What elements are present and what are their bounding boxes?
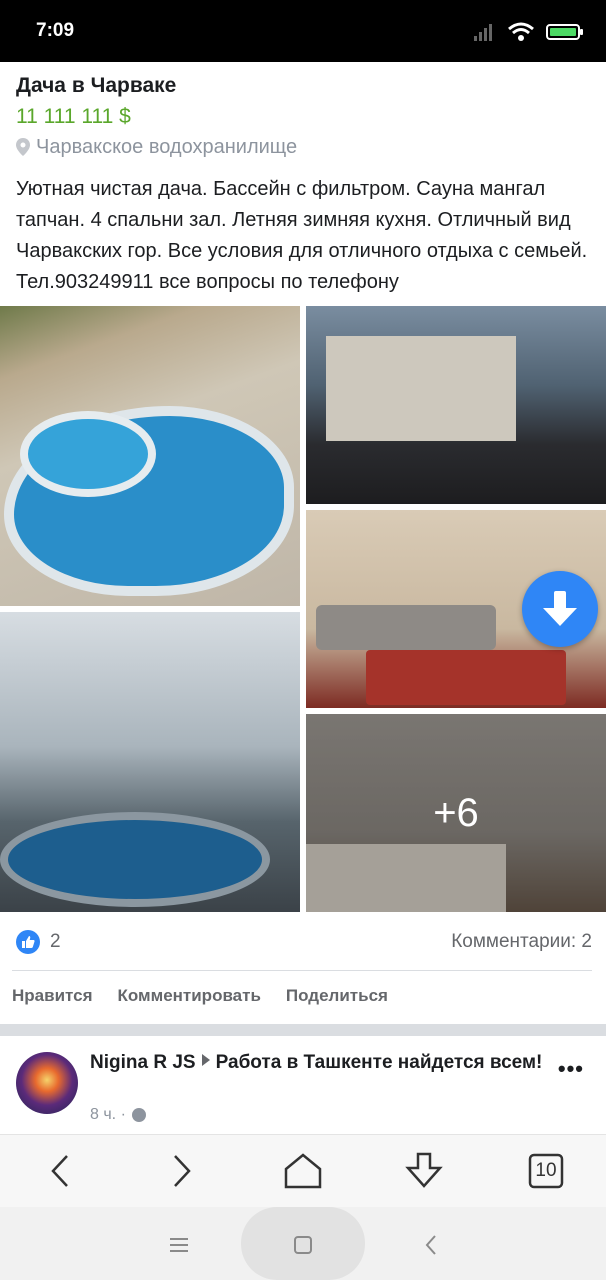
like-reaction-icon xyxy=(16,930,40,954)
square-icon xyxy=(294,1236,312,1254)
post-time: 8 ч. · xyxy=(90,1106,126,1123)
likes-summary[interactable]: 2 xyxy=(16,930,61,954)
divider xyxy=(12,970,592,971)
tabs-button[interactable]: 10 xyxy=(524,1149,568,1193)
home-icon xyxy=(284,1153,322,1189)
pool-shape-small xyxy=(20,411,156,497)
rug-shape xyxy=(366,650,566,705)
tabs-count: 10 xyxy=(535,1160,557,1181)
more-photos-count: +6 xyxy=(433,790,479,835)
post-location[interactable]: Чарвакское водохранилище xyxy=(16,132,590,162)
avatar[interactable] xyxy=(16,1052,78,1114)
wifi-icon xyxy=(508,22,534,41)
system-back-button[interactable] xyxy=(413,1227,449,1263)
sofa-shape xyxy=(316,605,496,650)
arrow-right-icon xyxy=(201,1054,210,1066)
more-photos-overlay[interactable]: +6 xyxy=(306,714,606,912)
like-button[interactable]: Нравится xyxy=(12,986,93,1006)
photo-house-night[interactable] xyxy=(306,306,606,504)
post-meta: 8 ч. · xyxy=(90,1106,146,1124)
status-time: 7:09 xyxy=(36,20,75,41)
recent-apps-button[interactable] xyxy=(161,1227,197,1263)
comments-count[interactable]: Комментарии: 2 xyxy=(451,931,592,953)
group-name[interactable]: Работа в Ташкенте найдется всем! xyxy=(216,1052,543,1073)
share-button[interactable]: Поделиться xyxy=(286,986,388,1006)
post-text: Уютная чистая дача. Бассейн с фильтром. … xyxy=(16,178,588,293)
post-price: 11 111 111 $ xyxy=(16,105,131,128)
home-button[interactable] xyxy=(281,1149,325,1193)
download-button[interactable] xyxy=(522,571,598,647)
battery-icon xyxy=(546,24,583,40)
signal-icon xyxy=(474,23,496,41)
indoor-pool-shape xyxy=(0,812,270,907)
system-nav-bar xyxy=(0,1207,606,1280)
system-home-button[interactable] xyxy=(285,1227,321,1263)
photo-indoor-pool[interactable] xyxy=(0,612,300,912)
post-actions: Нравится Комментировать Поделиться xyxy=(12,986,388,1006)
location-label: Чарвакское водохранилище xyxy=(36,136,298,158)
status-bar: 7:09 xyxy=(0,0,606,62)
back-button[interactable] xyxy=(38,1149,82,1193)
download-page-button[interactable] xyxy=(402,1149,446,1193)
location-pin-icon xyxy=(16,138,30,156)
house-shape xyxy=(326,336,516,441)
forward-button[interactable] xyxy=(160,1149,204,1193)
photo-grid: +6 xyxy=(0,306,606,912)
post-title[interactable]: Дача в Чарваке xyxy=(16,70,590,102)
download-arrow-icon xyxy=(543,591,577,626)
photo-bedroom[interactable]: +6 xyxy=(306,714,606,912)
comment-button[interactable]: Комментировать xyxy=(118,986,261,1006)
status-icons xyxy=(474,18,583,46)
photo-pool[interactable] xyxy=(0,306,300,606)
menu-icon xyxy=(170,1238,188,1252)
chevron-right-icon xyxy=(174,1155,191,1187)
reactions-row: 2 Комментарии: 2 xyxy=(16,928,592,956)
download-icon xyxy=(405,1152,443,1188)
chevron-left-icon xyxy=(51,1155,68,1187)
feed-separator xyxy=(0,1024,606,1036)
post-header: Дача в Чарваке 11 111 111 $ Чарвакское в… xyxy=(16,70,590,162)
likes-count: 2 xyxy=(50,931,61,952)
back-arrow-icon xyxy=(425,1235,436,1255)
more-options-icon[interactable]: ••• xyxy=(558,1056,584,1082)
globe-icon xyxy=(131,1108,146,1122)
next-post-title: Nigina R JS Работа в Ташкенте найдется вс… xyxy=(90,1050,550,1076)
author-name[interactable]: Nigina R JS xyxy=(90,1052,196,1073)
browser-toolbar: 10 xyxy=(0,1134,606,1207)
